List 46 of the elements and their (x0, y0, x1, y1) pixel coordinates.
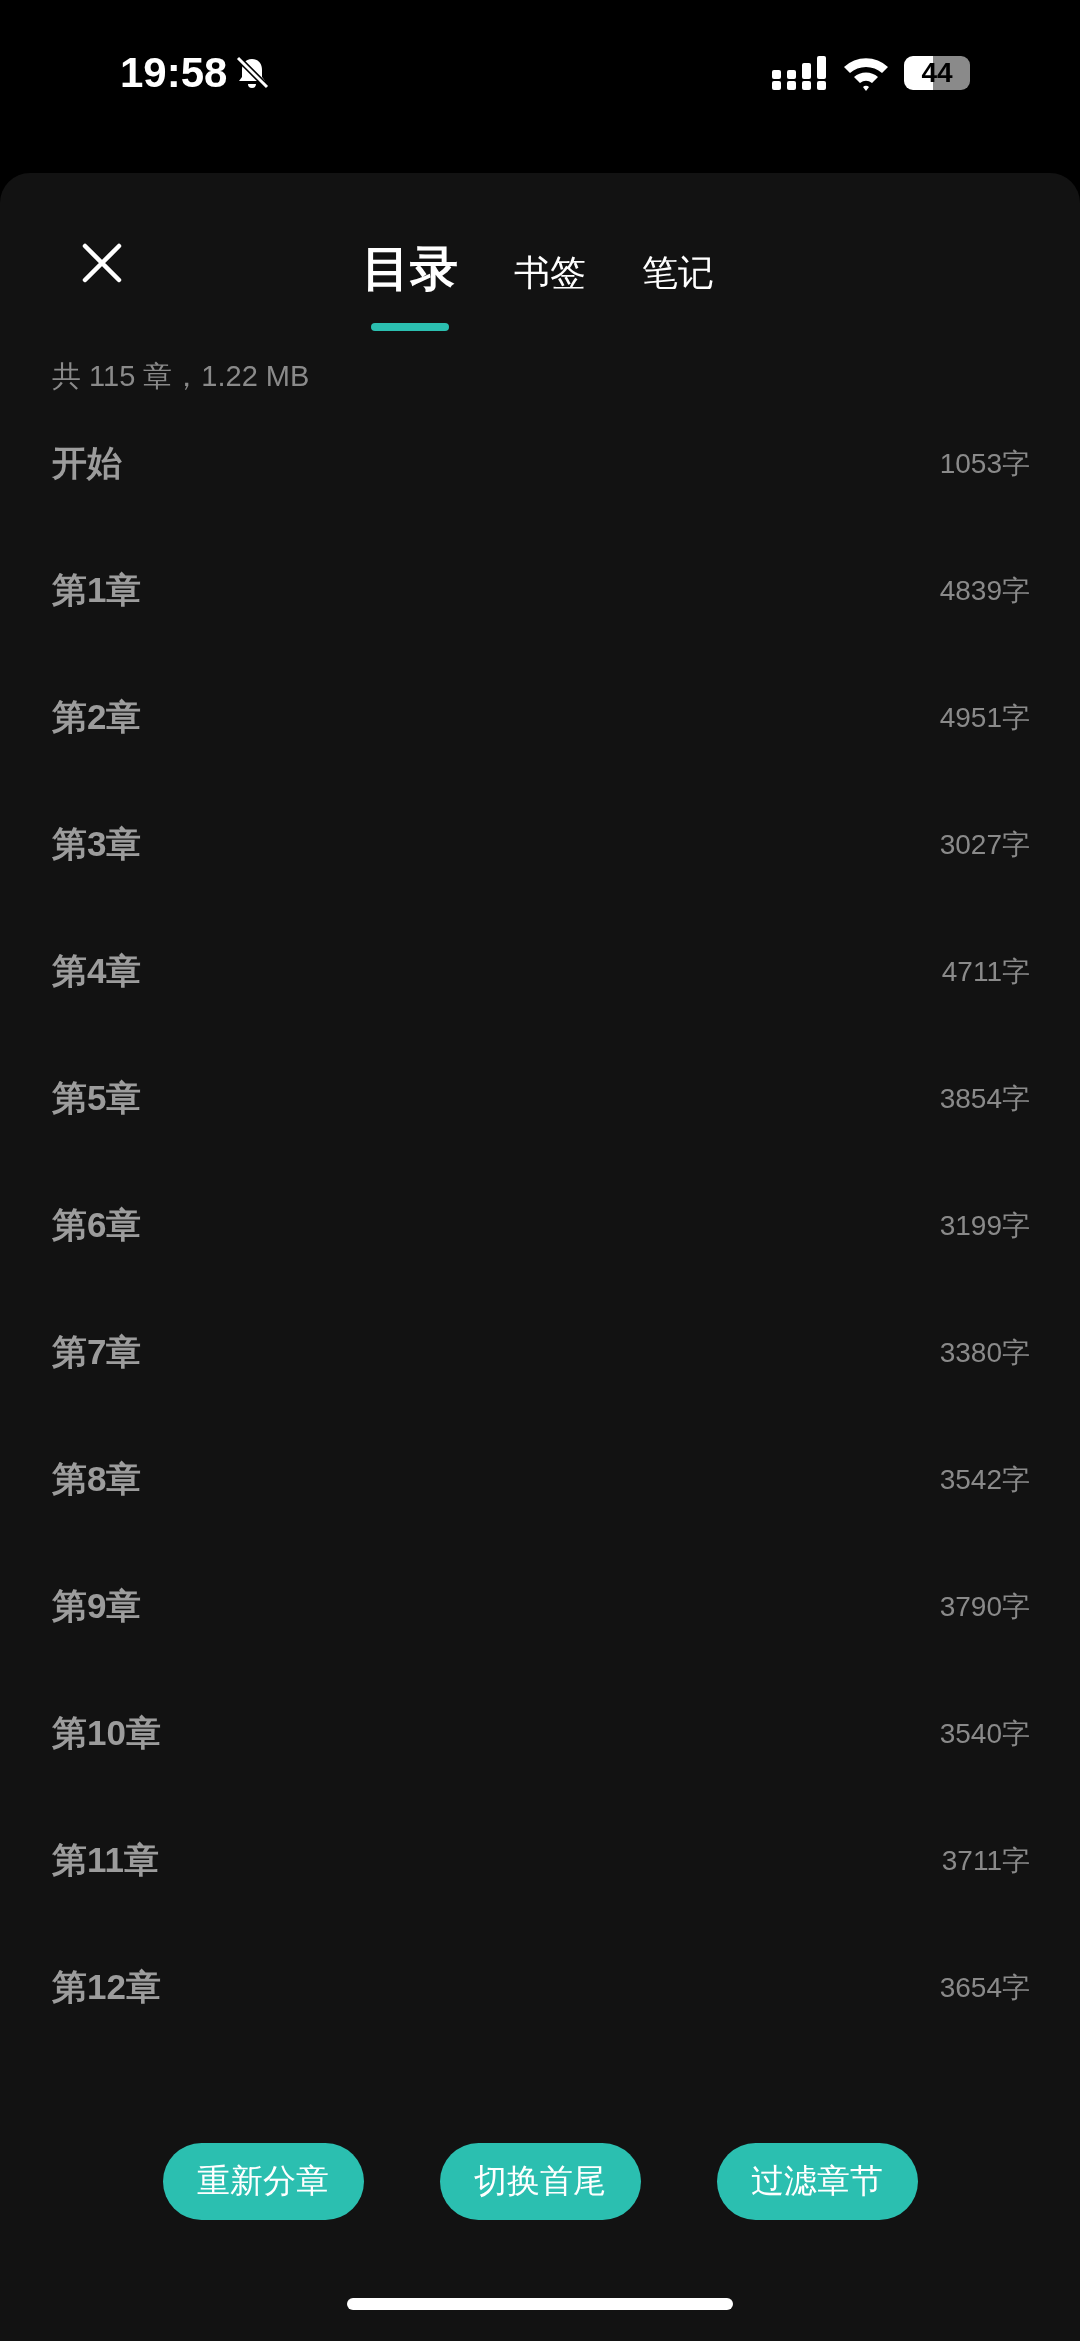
word-count: 4711字 (941, 954, 1030, 989)
chapter-title: 第12章 (52, 1966, 161, 2008)
chapter-item[interactable]: 第4章 4711字 (52, 908, 1030, 1035)
chapter-item[interactable]: 第7章 3380字 (52, 1289, 1030, 1416)
word-count: 4951字 (939, 700, 1030, 735)
chapter-item[interactable]: 第1章 4839字 (52, 527, 1030, 654)
word-count: 3542字 (939, 1462, 1030, 1497)
chapter-title: 第8章 (52, 1458, 142, 1500)
chapter-item[interactable]: 第3章 3027字 (52, 781, 1030, 908)
word-count: 4839字 (939, 573, 1030, 608)
word-count: 3540字 (939, 1716, 1030, 1751)
tab[interactable]: 目录 (362, 231, 458, 331)
word-count: 3380字 (939, 1335, 1030, 1370)
tab[interactable]: 笔记 (642, 243, 714, 328)
chapter-item[interactable]: 第5章 3854字 (52, 1035, 1030, 1162)
word-count: 3711字 (941, 1843, 1030, 1878)
chapter-title: 第1章 (52, 569, 142, 611)
close-icon[interactable] (82, 243, 122, 283)
status-time: 19:58 (120, 48, 228, 97)
chapter-title: 第11章 (52, 1839, 159, 1881)
chapter-title: 开始 (52, 442, 122, 484)
chapter-item[interactable]: 开始 1053字 (52, 400, 1030, 527)
chapter-item[interactable]: 第6章 3199字 (52, 1162, 1030, 1289)
chapter-item[interactable]: 第8章 3542字 (52, 1416, 1030, 1543)
word-count: 3199字 (939, 1208, 1030, 1243)
word-count: 3854字 (939, 1081, 1030, 1116)
signal-icon (772, 55, 828, 90)
chapter-item[interactable]: 第11章 3711字 (52, 1797, 1030, 1924)
chapter-item[interactable]: 第12章 3654字 (52, 1924, 1030, 2051)
word-count: 1053字 (939, 446, 1030, 481)
chapter-summary: 共 115 章，1.22 MB (51, 359, 311, 394)
word-count: 3027字 (939, 827, 1030, 862)
chapter-title: 第7章 (52, 1331, 142, 1373)
tab[interactable]: 书签 (514, 243, 586, 328)
chapter-title: 第2章 (52, 696, 142, 738)
chapter-item[interactable]: 第2章 4951字 (52, 654, 1030, 781)
chapter-title: 第9章 (52, 1585, 142, 1627)
chapter-title: 第10章 (52, 1712, 161, 1754)
chapter-title: 第6章 (52, 1204, 142, 1246)
chapter-title: 第4章 (52, 950, 142, 992)
chapter-item[interactable]: 第9章 3790字 (52, 1543, 1030, 1670)
chapter-item[interactable]: 第10章 3540字 (52, 1670, 1030, 1797)
chapter-title: 第5章 (52, 1077, 142, 1119)
chapter-title: 第3章 (52, 823, 142, 865)
word-count: 3790字 (939, 1589, 1030, 1624)
word-count: 3654字 (939, 1970, 1030, 2005)
